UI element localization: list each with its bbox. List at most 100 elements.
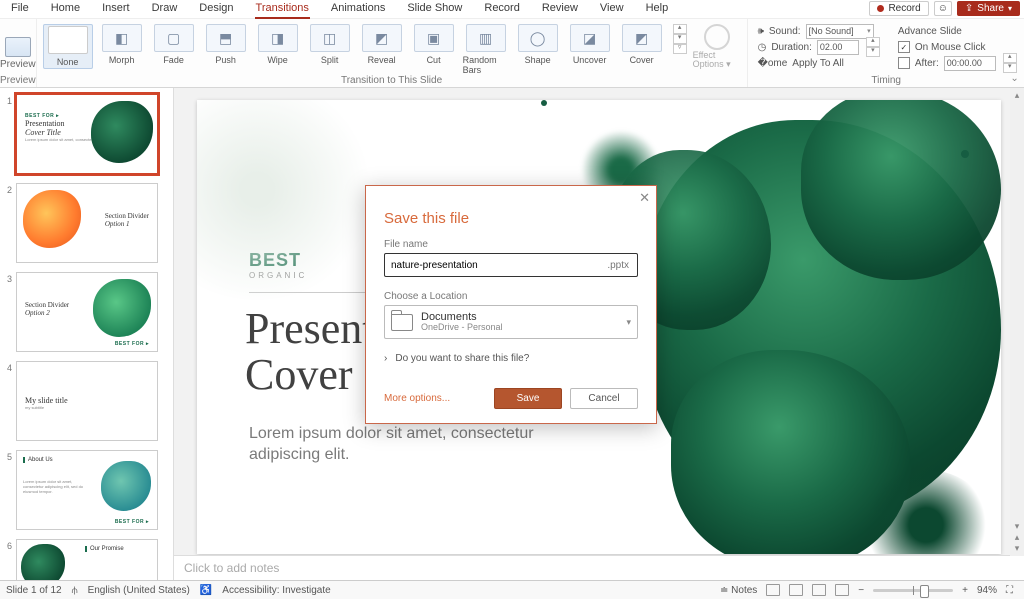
ribbon-group-timing: 🕪Sound: [No Sound]▾ ◷Duration: 02.00 ▴▾ …	[748, 19, 1024, 87]
duration-input[interactable]: 02.00	[817, 40, 859, 55]
share-icon: ⇪	[965, 3, 973, 14]
thumb-number: 1	[4, 94, 12, 174]
transition-reveal[interactable]: ◩Reveal	[359, 24, 405, 65]
zoom-out-button[interactable]: −	[858, 585, 864, 596]
slide-thumbnails[interactable]: 1 BEST FOR ▸ PresentationCover Title Lor…	[0, 88, 174, 580]
onclick-checkbox[interactable]: ✓	[898, 41, 910, 53]
tab-home[interactable]: Home	[40, 0, 91, 18]
thumb-number: 3	[4, 272, 12, 352]
tab-design[interactable]: Design	[188, 0, 244, 18]
tab-insert[interactable]: Insert	[91, 0, 141, 18]
thumb-number: 5	[4, 450, 12, 530]
effect-options-icon	[704, 24, 730, 50]
thumbnail-3[interactable]: Section Divider Option 2 BEST FOR ▸	[16, 272, 158, 352]
next-slide-icon[interactable]: ▾	[1015, 543, 1020, 554]
transition-push[interactable]: ⬒Push	[203, 24, 249, 65]
slide-title[interactable]: Presentation Cover Title	[245, 306, 463, 398]
slide-subtitle[interactable]: Lorem ipsum dolor sit amet, consectetur …	[249, 424, 609, 466]
apply-icon: �ome	[758, 58, 788, 69]
preview-icon[interactable]	[5, 37, 31, 57]
tab-draw[interactable]: Draw	[141, 0, 189, 18]
scroll-up-icon[interactable]: ▴	[1015, 90, 1020, 101]
thumbnail-2[interactable]: Section Divider Option 1	[16, 183, 158, 263]
transition-cut[interactable]: ▣Cut	[411, 24, 457, 65]
accessibility-icon[interactable]: ♿	[200, 585, 212, 596]
tab-review[interactable]: Review	[531, 0, 589, 18]
duration-label: Duration:	[771, 42, 812, 53]
after-down[interactable]: ▾	[1003, 63, 1017, 73]
feedback-button[interactable]: ☺	[934, 1, 952, 16]
duration-down[interactable]: ▾	[866, 47, 880, 57]
ribbon-group-transitions: None ◧Morph ▢Fade ⬒Push ◨Wipe ◫Split ◩Re…	[37, 19, 748, 87]
tab-slideshow[interactable]: Slide Show	[396, 0, 473, 18]
notes-toggle[interactable]: ≐ Notes	[720, 585, 757, 596]
after-label: After:	[915, 58, 939, 69]
transition-morph[interactable]: ◧Morph	[99, 24, 145, 65]
sound-select[interactable]: [No Sound]▾	[806, 24, 874, 39]
slide-canvas[interactable]: BEST ORGANIC Presentation Cover Title Lo…	[197, 100, 1001, 554]
scroll-down-icon[interactable]: ▾	[1015, 521, 1020, 532]
thumb-number: 2	[4, 183, 12, 263]
transition-wipe[interactable]: ◨Wipe	[255, 24, 301, 65]
after-input[interactable]: 00:00.00	[944, 56, 996, 71]
tab-help[interactable]: Help	[635, 0, 680, 18]
tab-view[interactable]: View	[589, 0, 635, 18]
group-label-preview: Preview	[0, 75, 36, 86]
group-label-transition: Transition to This Slide	[37, 75, 747, 86]
status-language[interactable]: English (United States)	[88, 585, 190, 596]
view-sorter-icon[interactable]	[789, 584, 803, 596]
effect-options-button: Effect Options ▾	[693, 24, 741, 69]
zoom-in-button[interactable]: +	[962, 585, 968, 596]
thumbnail-5[interactable]: About Us Lorem ipsum dolor sit amet, con…	[16, 450, 158, 530]
slide-artwork	[601, 100, 1001, 554]
after-up[interactable]: ▴	[1003, 53, 1017, 63]
tab-file[interactable]: File	[0, 0, 40, 18]
duration-up[interactable]: ▴	[866, 37, 880, 47]
transition-cover[interactable]: ◩Cover	[619, 24, 665, 65]
status-bar: Slide 1 of 12 ⫛ English (United States) …	[0, 580, 1024, 599]
record-button[interactable]: Record	[869, 1, 928, 16]
thumb-number: 4	[4, 361, 12, 441]
gallery-down-icon[interactable]: ▾	[673, 34, 687, 44]
fit-to-window-icon[interactable]: ⛶	[1006, 585, 1018, 595]
view-normal-icon[interactable]	[766, 584, 780, 596]
thumbnail-4[interactable]: My slide title my subtitle	[16, 361, 158, 441]
duration-icon: ◷	[758, 42, 767, 53]
notes-pane[interactable]: Click to add notes	[174, 555, 1024, 580]
tab-animations[interactable]: Animations	[320, 0, 396, 18]
transition-gallery-scroll[interactable]: ▴ ▾ ▿	[673, 24, 687, 54]
transition-none[interactable]: None	[43, 24, 93, 69]
after-checkbox[interactable]	[898, 57, 910, 69]
gallery-up-icon[interactable]: ▴	[673, 24, 687, 34]
zoom-slider[interactable]	[873, 589, 953, 592]
thumbnail-6[interactable]: Our Promise	[16, 539, 158, 580]
transition-uncover[interactable]: ◪Uncover	[567, 24, 613, 65]
workspace: 1 BEST FOR ▸ PresentationCover Title Lor…	[0, 88, 1024, 580]
vertical-scrollbar[interactable]: ▴ ▾ ▴ ▾	[1010, 88, 1024, 556]
spellcheck-icon[interactable]: ⫛	[72, 585, 78, 596]
tab-record[interactable]: Record	[473, 0, 530, 18]
transition-split[interactable]: ◫Split	[307, 24, 353, 65]
menu-tabs: File Home Insert Draw Design Transitions…	[0, 0, 1024, 19]
share-button[interactable]: ⇪Share ▾	[957, 1, 1020, 16]
sound-label: Sound:	[769, 26, 801, 37]
thumbnail-1[interactable]: BEST FOR ▸ PresentationCover Title Lorem…	[16, 94, 158, 174]
transition-shape[interactable]: ◯Shape	[515, 24, 561, 65]
transition-randombars[interactable]: ▥Random Bars	[463, 24, 509, 75]
apply-to-all-button[interactable]: �omeApply To All	[758, 55, 880, 71]
status-accessibility[interactable]: Accessibility: Investigate	[222, 585, 330, 596]
view-reading-icon[interactable]	[812, 584, 826, 596]
zoom-level[interactable]: 94%	[977, 585, 997, 596]
advance-slide-label: Advance Slide	[898, 23, 1017, 39]
ribbon-group-preview: Preview Preview	[0, 19, 37, 87]
gallery-more-icon[interactable]: ▿	[673, 44, 687, 54]
collapse-ribbon-button[interactable]: ⌄	[1010, 73, 1018, 84]
group-label-timing: Timing	[748, 75, 1024, 86]
transition-fade[interactable]: ▢Fade	[151, 24, 197, 65]
smiley-icon: ☺	[938, 3, 948, 14]
tab-transitions[interactable]: Transitions	[245, 0, 320, 18]
preview-label[interactable]: Preview	[0, 59, 36, 70]
status-slide-count: Slide 1 of 12	[6, 585, 62, 596]
prev-slide-icon[interactable]: ▴	[1015, 532, 1020, 543]
view-slideshow-icon[interactable]	[835, 584, 849, 596]
